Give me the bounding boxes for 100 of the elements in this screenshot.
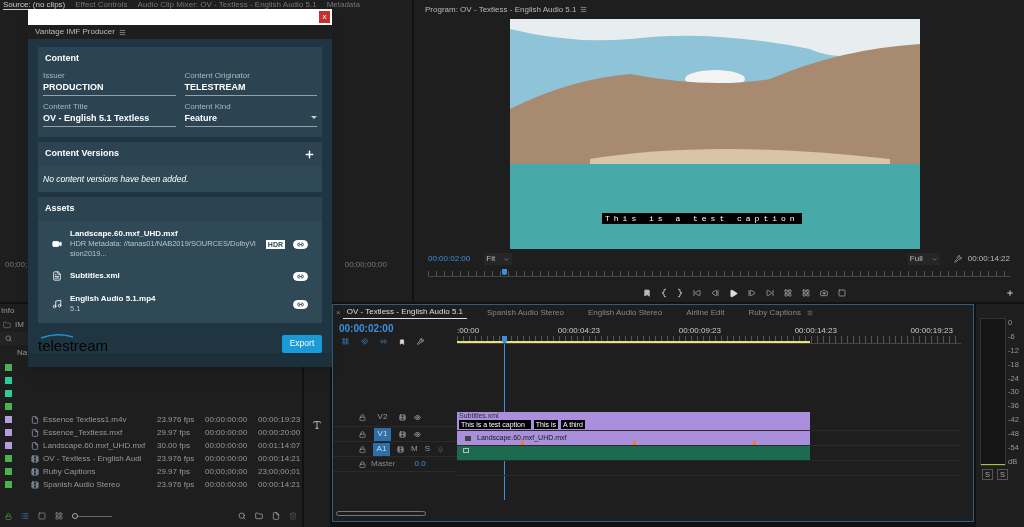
menu-icon[interactable]: [580, 6, 588, 13]
magnet-icon[interactable]: [361, 338, 368, 345]
sequence-tab[interactable]: OV - Textless - English Audio 5.1: [342, 306, 468, 319]
film-icon[interactable]: [397, 445, 404, 453]
playhead-handle[interactable]: [501, 269, 507, 275]
label-color-chip[interactable]: [5, 390, 12, 397]
link-icon[interactable]: [380, 338, 387, 345]
input-field[interactable]: Issuer PRODUCTION: [43, 71, 176, 96]
clip-name[interactable]: OV - Textless - English Audi: [43, 452, 157, 465]
track-target[interactable]: V1: [374, 427, 391, 441]
mark-out-icon[interactable]: [676, 288, 683, 298]
lock-icon[interactable]: [359, 460, 366, 468]
eye-icon[interactable]: [414, 430, 421, 438]
label-color-chip[interactable]: [5, 429, 12, 436]
lock-icon[interactable]: [5, 512, 12, 520]
playhead-handle[interactable]: [501, 336, 507, 343]
menu-icon[interactable]: [807, 309, 813, 316]
timecode: 00;00;00;00: [344, 259, 387, 271]
label-color-chip[interactable]: [5, 364, 12, 371]
panel-title: Program: OV - Textless - English Audio 5.1: [425, 3, 577, 16]
link-toggle[interactable]: [293, 239, 308, 249]
field-value: PRODUCTION: [43, 81, 104, 93]
link-toggle[interactable]: [293, 271, 308, 281]
volume-value[interactable]: 0.0: [414, 458, 426, 470]
menu-icon[interactable]: [118, 28, 126, 36]
freeform-view-icon[interactable]: [55, 512, 63, 520]
quality-dropdown[interactable]: Full: [907, 253, 940, 265]
search-icon[interactable]: [5, 335, 12, 342]
panel-tab[interactable]: Effect Controls: [75, 0, 128, 9]
link-toggle[interactable]: [293, 299, 308, 309]
wrench-icon[interactable]: [417, 338, 424, 345]
frame-rate: 30.00 fps: [157, 439, 191, 452]
sequence-tab[interactable]: Spanish Audio Stereo: [483, 306, 568, 319]
export-button[interactable]: Export: [282, 334, 322, 353]
lock-icon[interactable]: [359, 445, 366, 453]
sequence-tab[interactable]: English Audio Stereo: [584, 306, 667, 319]
list-view-icon[interactable]: [21, 512, 29, 520]
step-back-icon[interactable]: [710, 289, 719, 297]
audio-clip[interactable]: [457, 446, 810, 460]
zoom-dropdown[interactable]: Fit: [484, 253, 513, 265]
clip-name[interactable]: Spanish Audio Stereo: [43, 478, 157, 491]
marker-icon[interactable]: [642, 289, 651, 297]
play-icon[interactable]: [728, 288, 738, 298]
horizontal-scrollbar[interactable]: [336, 510, 426, 516]
lock-icon[interactable]: [359, 430, 366, 438]
new-item-icon[interactable]: [272, 512, 280, 520]
media-end: 00:00:14:21: [258, 478, 301, 491]
label-color-chip[interactable]: [5, 403, 12, 410]
clip-name[interactable]: Landscape.60.mxf_UHD.mxf: [43, 439, 157, 452]
clip-name[interactable]: Ruby Captions: [43, 465, 157, 478]
ruler-label: 00:00:04:23: [557, 325, 601, 337]
track-target[interactable]: A1: [373, 442, 390, 456]
label-color-chip[interactable]: [5, 442, 12, 449]
label-color-chip[interactable]: [5, 416, 12, 423]
add-icon[interactable]: [1006, 289, 1014, 297]
mark-in-icon[interactable]: [660, 288, 667, 298]
step-forward-icon[interactable]: [747, 289, 756, 297]
text-tool-icon[interactable]: [312, 420, 322, 430]
panel-tab[interactable]: Metadata: [326, 0, 360, 9]
sequence-tab[interactable]: Airline Edit: [682, 306, 729, 319]
eye-icon[interactable]: [414, 413, 421, 421]
close-button[interactable]: x: [319, 11, 330, 23]
add-icon[interactable]: [304, 148, 315, 160]
icon-view-icon[interactable]: [38, 512, 46, 520]
mute-button[interactable]: M: [411, 443, 418, 455]
clip-name[interactable]: Essence_Textless.mxf: [43, 426, 157, 439]
go-to-out-icon[interactable]: [765, 289, 774, 297]
label-color-chip[interactable]: [5, 377, 12, 384]
marker-icon[interactable]: [399, 338, 405, 345]
solo-button[interactable]: S: [424, 443, 430, 455]
zoom-slider-thumb[interactable]: [72, 513, 78, 519]
new-bin-icon[interactable]: [255, 512, 263, 520]
close-tab-icon[interactable]: ×: [336, 306, 341, 319]
clip-file-icon: [31, 428, 39, 437]
lock-icon[interactable]: [359, 413, 366, 421]
marker-icon: [753, 441, 757, 445]
label-color-chip[interactable]: [5, 455, 12, 462]
wrench-icon[interactable]: [953, 255, 962, 263]
label-color-chip[interactable]: [5, 481, 12, 488]
film-icon[interactable]: [399, 430, 406, 438]
film-icon[interactable]: [399, 413, 406, 421]
go-to-in-icon[interactable]: [692, 289, 701, 297]
panel-tab[interactable]: Info: [1, 305, 15, 317]
input-field[interactable]: Content Originator TELESTREAM: [184, 71, 317, 96]
sequence-tab[interactable]: Ruby Captions: [744, 306, 805, 319]
camera-icon[interactable]: [819, 289, 828, 297]
input-field[interactable]: Content Title OV - English 5.1 Textless: [43, 102, 176, 127]
search-icon[interactable]: [238, 512, 246, 520]
label-color-chip[interactable]: [5, 468, 12, 475]
clip-name[interactable]: Essence Textless1.m4v: [43, 413, 157, 426]
column-header[interactable]: Na: [17, 347, 28, 359]
section-heading: Content Versions: [45, 147, 119, 161]
track-target[interactable]: V2: [374, 410, 391, 424]
frame-rate: 23.976 fps: [157, 452, 196, 465]
panel-tab[interactable]: Audio Clip Mixer: OV - Textless - English Audio 5.1: [137, 0, 317, 9]
select-field[interactable]: Content Kind Feature: [184, 102, 317, 127]
media-end: 00:00:14:21: [258, 452, 301, 465]
timecode[interactable]: 00:00:02:00: [428, 253, 471, 265]
timecode[interactable]: 00:00:02:00: [339, 321, 451, 336]
media-start: 00;00;00;00: [205, 465, 249, 478]
